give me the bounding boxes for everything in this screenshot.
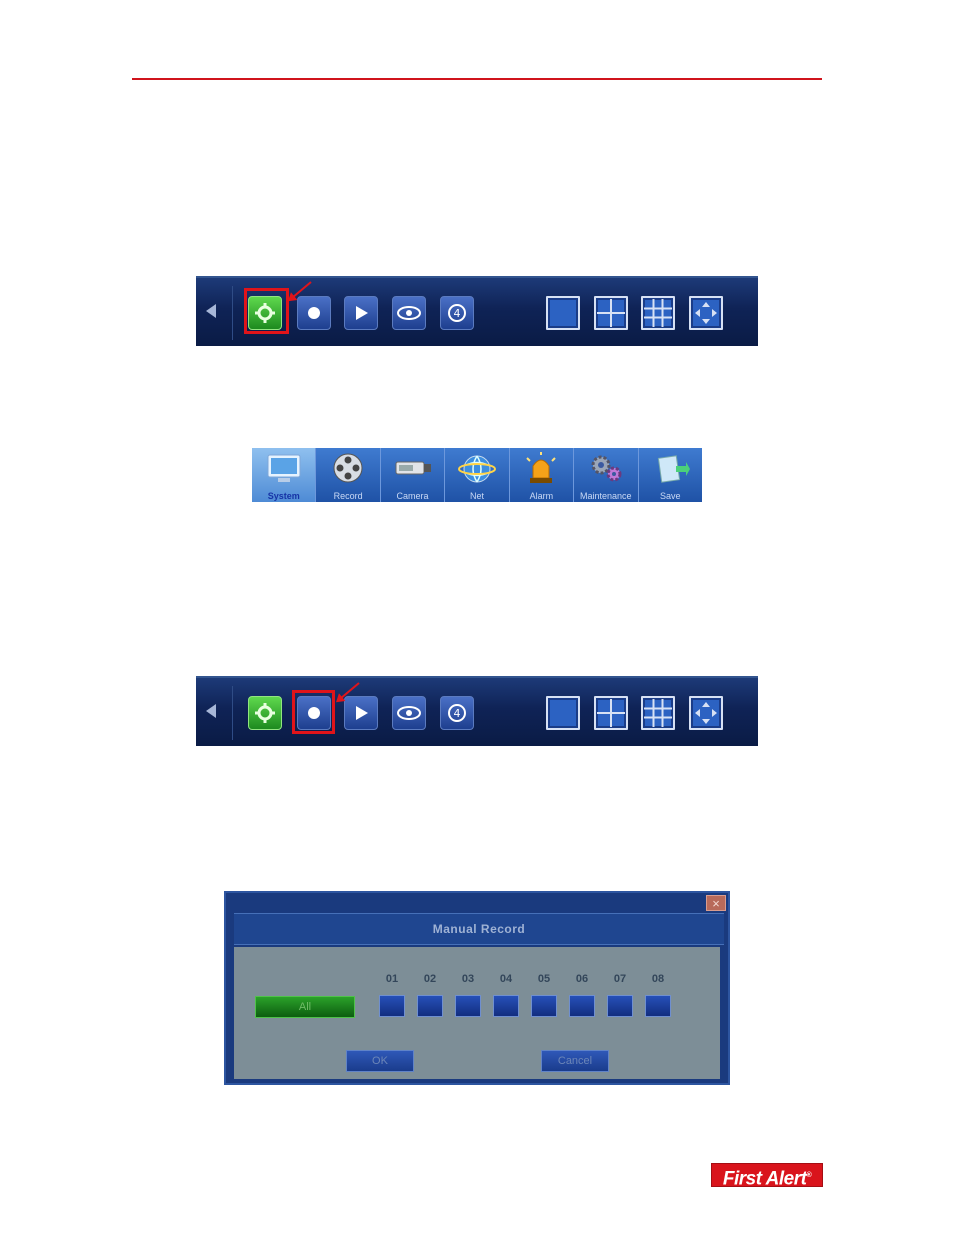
- single-view-icon: [550, 300, 576, 326]
- nine-view-button[interactable]: [641, 696, 675, 730]
- manual-record-dialog: × Manual Record All 01 02 03 04 05 06 07…: [224, 891, 730, 1085]
- channel-label: 04: [499, 973, 513, 985]
- menu-item-label: Maintenance: [580, 491, 632, 501]
- play-icon: [356, 706, 368, 720]
- quad-icon: 4: [448, 304, 466, 322]
- menu-item-record[interactable]: Record: [316, 448, 381, 502]
- menu-item-system[interactable]: System: [252, 448, 317, 502]
- view-button[interactable]: [392, 696, 426, 730]
- setup-highlight-box: [244, 288, 289, 334]
- fullscreen-icon: [693, 700, 719, 726]
- fullscreen-icon: [693, 300, 719, 326]
- channel-label: 06: [575, 973, 589, 985]
- fullscreen-button[interactable]: [689, 296, 723, 330]
- menu-item-net[interactable]: Net: [445, 448, 510, 502]
- ptz-button[interactable]: 4: [440, 296, 474, 330]
- globe-icon: [457, 455, 496, 483]
- close-icon[interactable]: ×: [706, 895, 726, 911]
- nine-view-icon: [644, 299, 672, 327]
- single-view-button[interactable]: [546, 696, 580, 730]
- nine-view-icon: [644, 699, 672, 727]
- menu-item-label: System: [267, 491, 300, 501]
- menu-item-label: Camera: [396, 491, 429, 501]
- single-view-button[interactable]: [546, 296, 580, 330]
- back-arrow-icon[interactable]: [206, 704, 216, 718]
- toolbar-separator: [232, 686, 233, 740]
- save-icon: [658, 455, 691, 483]
- channel-checkbox-02[interactable]: [417, 995, 443, 1017]
- quad-view-icon: [597, 699, 625, 727]
- fullscreen-button[interactable]: [689, 696, 723, 730]
- channel-label: 01: [385, 973, 399, 985]
- ptz-button[interactable]: 4: [440, 696, 474, 730]
- cancel-button[interactable]: Cancel: [541, 1050, 609, 1072]
- channel-checkbox-06[interactable]: [569, 995, 595, 1017]
- eye-icon: [397, 306, 421, 320]
- menu-item-label: Record: [333, 491, 363, 501]
- channel-label: 08: [651, 973, 665, 985]
- registered-mark: ®: [806, 1172, 812, 1179]
- ok-button[interactable]: OK: [346, 1050, 414, 1072]
- main-menu-bar: System Record Camera Net Alarm Maintenan…: [252, 448, 702, 502]
- channel-label: 03: [461, 973, 475, 985]
- film-reel-icon: [333, 453, 363, 483]
- view-button[interactable]: [392, 296, 426, 330]
- channel-checkbox-08[interactable]: [645, 995, 671, 1017]
- channel-checkbox-01[interactable]: [379, 995, 405, 1017]
- quad-view-button[interactable]: [594, 296, 628, 330]
- menu-item-label: Net: [469, 491, 484, 501]
- menu-item-label: Alarm: [529, 491, 554, 501]
- siren-icon: [526, 452, 557, 483]
- svg-text:4: 4: [454, 307, 461, 320]
- eye-icon: [397, 706, 421, 720]
- playback-button[interactable]: [344, 696, 378, 730]
- nine-view-button[interactable]: [641, 296, 675, 330]
- quad-view-button[interactable]: [594, 696, 628, 730]
- back-arrow-icon[interactable]: [206, 304, 216, 318]
- gear-icon: [255, 703, 275, 723]
- channel-label: 02: [423, 973, 437, 985]
- all-channels-button[interactable]: All: [255, 996, 355, 1018]
- channel-checkbox-03[interactable]: [455, 995, 481, 1017]
- quad-icon: 4: [448, 704, 466, 722]
- play-icon: [356, 306, 368, 320]
- header-rule: [132, 78, 822, 80]
- svg-text:4: 4: [454, 707, 461, 720]
- monitor-icon: [267, 454, 301, 482]
- playback-button[interactable]: [344, 296, 378, 330]
- dialog-title: Manual Record: [234, 913, 724, 945]
- single-view-icon: [550, 700, 576, 726]
- channel-checkbox-07[interactable]: [607, 995, 633, 1017]
- camera-icon: [395, 461, 431, 475]
- toolbar-record-highlight: 4: [196, 676, 758, 746]
- record-button[interactable]: [297, 296, 331, 330]
- menu-item-alarm[interactable]: Alarm: [510, 448, 575, 502]
- setup-button[interactable]: [248, 696, 282, 730]
- logo-text: First Alert: [722, 1168, 807, 1190]
- quad-view-icon: [597, 299, 625, 327]
- menu-item-save[interactable]: Save: [639, 448, 702, 502]
- menu-item-label: Save: [659, 491, 681, 501]
- gears-icon: [591, 455, 622, 482]
- channel-label: 05: [537, 973, 551, 985]
- menu-item-maintenance[interactable]: Maintenance: [574, 448, 639, 502]
- channel-label: 07: [613, 973, 627, 985]
- first-alert-logo: First Alert®: [711, 1163, 823, 1190]
- toolbar-separator: [232, 286, 233, 340]
- menu-item-camera[interactable]: Camera: [381, 448, 446, 502]
- channel-checkbox-05[interactable]: [531, 995, 557, 1017]
- record-highlight-box: [292, 690, 335, 734]
- channel-checkbox-04[interactable]: [493, 995, 519, 1017]
- record-dot-icon: [308, 307, 320, 319]
- dialog-body: All 01 02 03 04 05 06 07 08 OK Cancel: [234, 947, 720, 1079]
